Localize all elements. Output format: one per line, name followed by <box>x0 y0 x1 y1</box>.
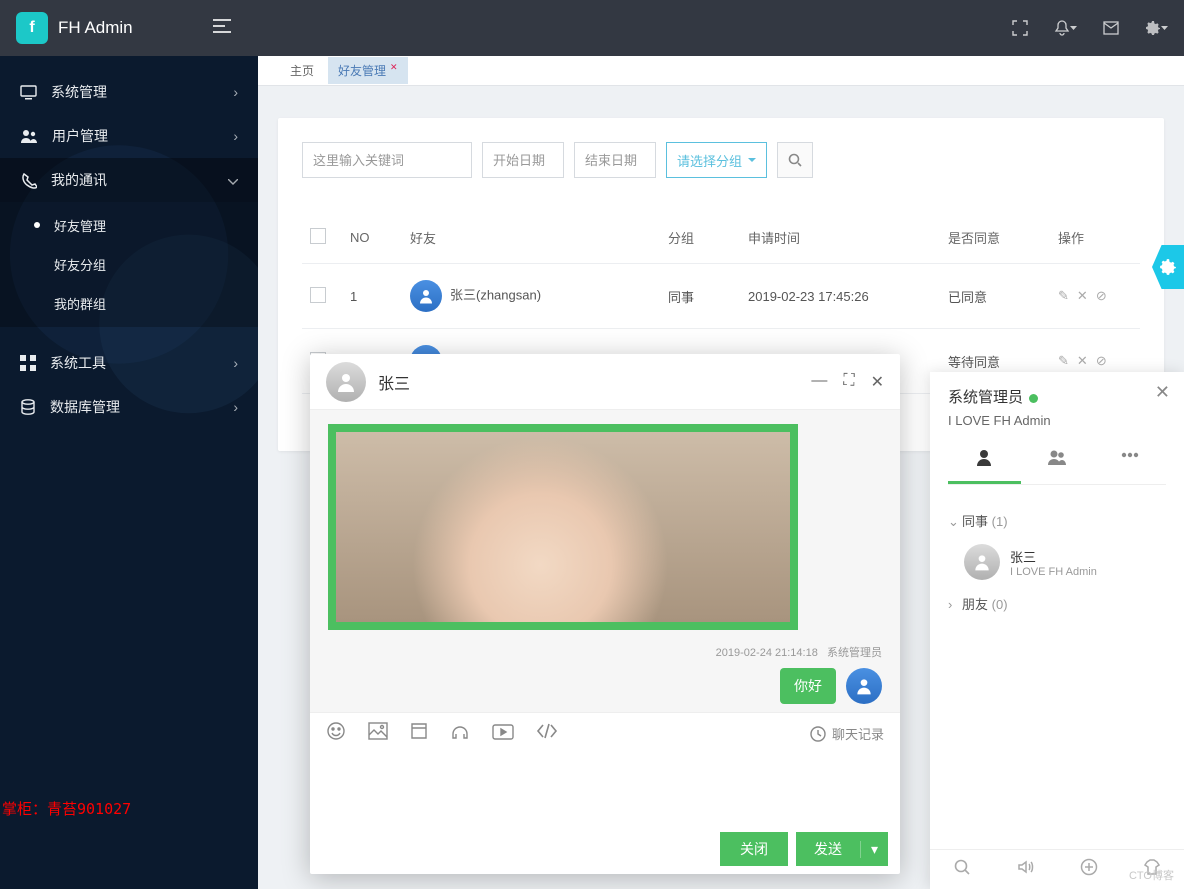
group-friends[interactable]: ›朋友 (0) <box>944 586 1170 621</box>
search-button[interactable] <box>777 142 813 178</box>
delete-icon[interactable]: ✕ <box>1077 288 1088 304</box>
topbar: f FH Admin <box>0 0 1184 56</box>
image-message[interactable] <box>328 424 798 630</box>
tab-groups[interactable] <box>1021 438 1094 484</box>
emoji-icon[interactable] <box>326 721 346 746</box>
contacts-list: ⌄同事 (1) 张三I LOVE FH Admin ›朋友 (0) <box>930 493 1184 849</box>
mail-icon[interactable] <box>1103 21 1119 35</box>
watermark-text: 掌柜：青苔901027 <box>2 798 131 819</box>
col-friend: 好友 <box>402 212 660 264</box>
close-icon[interactable]: ✕ <box>871 372 884 392</box>
close-icon[interactable]: ✕ <box>390 62 398 72</box>
col-agree: 是否同意 <box>940 212 1050 264</box>
edit-icon[interactable]: ✎ <box>1058 288 1069 304</box>
group-colleagues[interactable]: ⌄同事 (1) <box>944 503 1170 538</box>
col-group: 分组 <box>660 212 740 264</box>
tab-messages[interactable] <box>1093 438 1166 484</box>
keyword-input[interactable] <box>302 142 472 178</box>
sidebar-item-system[interactable]: 系统管理› <box>0 70 258 114</box>
tab-home[interactable]: 主页 <box>280 57 324 84</box>
add-icon[interactable] <box>1080 858 1098 881</box>
topbar-actions <box>1012 20 1168 36</box>
end-date-input[interactable] <box>574 142 656 178</box>
block-icon[interactable]: ⊘ <box>1096 288 1107 304</box>
block-icon[interactable]: ⊘ <box>1096 353 1107 369</box>
brand-title: FH Admin <box>58 18 133 38</box>
chat-window: 张三 — ⛶ ✕ 2019-02-24 21:14:18 系统管理员 你好 聊天… <box>310 354 900 874</box>
start-date-input[interactable] <box>482 142 564 178</box>
chat-avatar <box>326 362 366 402</box>
minimize-icon[interactable]: — <box>811 372 827 392</box>
delete-icon[interactable]: ✕ <box>1077 353 1088 369</box>
message-row: 你好 <box>328 668 882 704</box>
sidebar-item-users[interactable]: 用户管理› <box>0 114 258 158</box>
edit-icon[interactable]: ✎ <box>1058 353 1069 369</box>
checkbox-all[interactable] <box>310 228 326 244</box>
gear-icon[interactable] <box>1145 20 1168 36</box>
code-icon[interactable] <box>536 723 558 744</box>
menu-toggle-icon[interactable] <box>213 19 231 38</box>
chat-body: 2019-02-24 21:14:18 系统管理员 你好 <box>310 410 900 712</box>
file-icon[interactable] <box>410 722 428 745</box>
avatar-icon <box>964 544 1000 580</box>
sidebar-item-db[interactable]: 数据库管理› <box>0 385 258 429</box>
avatar-icon <box>410 280 442 312</box>
col-no: NO <box>342 212 402 264</box>
bell-icon[interactable] <box>1054 20 1077 36</box>
contacts-signature: I LOVE FH Admin <box>948 413 1166 428</box>
chat-footer: 关闭 发送▾ <box>310 824 900 874</box>
subnav-mygroups[interactable]: 我的群组 <box>0 284 258 323</box>
subnav-groups[interactable]: 好友分组 <box>0 245 258 284</box>
tab-friends[interactable]: 好友管理✕ <box>328 57 408 84</box>
contacts-panel: ✕ 系统管理员 I LOVE FH Admin ⌄同事 (1) 张三I LOVE… <box>930 372 1184 889</box>
contacts-header: ✕ 系统管理员 I LOVE FH Admin <box>930 372 1184 493</box>
search-icon[interactable] <box>953 858 971 881</box>
user-avatar <box>846 668 882 704</box>
col-apply: 申请时间 <box>740 212 940 264</box>
chat-toolbar: 聊天记录 <box>310 712 900 754</box>
filter-row: 请选择分组 <box>302 142 1140 178</box>
contact-item[interactable]: 张三I LOVE FH Admin <box>944 538 1170 586</box>
fullscreen-icon[interactable] <box>1012 20 1028 36</box>
online-dot <box>1029 394 1038 403</box>
logo-icon: f <box>16 12 48 44</box>
group-dropdown[interactable]: 请选择分组 <box>666 142 767 178</box>
chat-input[interactable] <box>310 754 900 824</box>
video-icon[interactable] <box>492 722 514 745</box>
sidebar: 系统管理› 用户管理› 我的通讯 好友管理 好友分组 我的群组 系统工具› 数据… <box>0 56 258 889</box>
subnav-friends[interactable]: 好友管理 <box>0 206 258 245</box>
sidebar-item-tools[interactable]: 系统工具› <box>0 341 258 385</box>
table-row: 1 张三(zhangsan) 同事 2019-02-23 17:45:26 已同… <box>302 264 1140 329</box>
sound-icon[interactable] <box>1016 858 1034 881</box>
blog-watermark: CTO博客 <box>1129 867 1174 883</box>
checkbox[interactable] <box>310 287 326 303</box>
chat-header: 张三 — ⛶ ✕ <box>310 354 900 410</box>
contacts-username: 系统管理员 <box>948 386 1166 407</box>
tab-bar: 主页 好友管理✕ <box>258 56 1184 86</box>
tab-contacts[interactable] <box>948 438 1021 484</box>
message-meta: 2019-02-24 21:14:18 系统管理员 <box>328 644 882 660</box>
sidebar-item-comm[interactable]: 我的通讯 <box>0 158 258 202</box>
text-bubble: 你好 <box>780 668 836 704</box>
close-button[interactable]: 关闭 <box>720 832 788 866</box>
close-icon[interactable]: ✕ <box>1155 382 1170 403</box>
chevron-down-icon[interactable]: ▾ <box>860 841 888 858</box>
chat-title: 张三 <box>378 370 410 394</box>
image-icon[interactable] <box>368 722 388 745</box>
col-ops: 操作 <box>1050 212 1140 264</box>
send-button[interactable]: 发送▾ <box>796 832 888 866</box>
maximize-icon[interactable]: ⛶ <box>843 372 854 392</box>
history-button[interactable]: 聊天记录 <box>810 724 884 743</box>
audio-icon[interactable] <box>450 722 470 745</box>
